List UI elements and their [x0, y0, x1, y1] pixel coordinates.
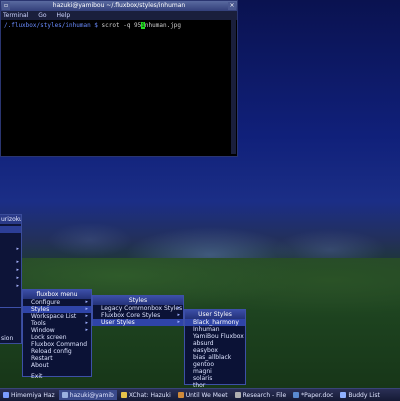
app-icon [3, 392, 9, 398]
menu-item-restart[interactable]: Restart [23, 355, 91, 362]
styles-menu[interactable]: Styles Legacy Commonbox Styles ▸ Fluxbox … [92, 295, 184, 326]
submenu-arrow-icon: ▸ [85, 320, 88, 326]
user-styles-menu-title: User Styles [185, 310, 245, 319]
styles-menu-title: Styles [93, 296, 183, 305]
browser-icon [177, 392, 184, 398]
submenu-arrow-icon: ▸ [16, 259, 19, 265]
menu-item-label: Legacy Commonbox Styles [101, 305, 183, 312]
menu-item-style-black-harmony[interactable]: Black_harmony [185, 319, 245, 326]
menu-item-style-bias-allblack[interactable]: bias_allblack [185, 354, 245, 361]
submenu-arrow-icon: ▸ [16, 246, 19, 252]
partial-menu-divider [0, 307, 21, 308]
menu-item-about[interactable]: About [23, 362, 91, 369]
submenu-arrow-icon: ▸ [85, 313, 88, 319]
window-menu-icon[interactable]: ▫ [2, 2, 10, 10]
menu-item-reload-config[interactable]: Reload config [23, 348, 91, 355]
submenu-arrow-icon: ▸ [177, 305, 180, 311]
document-icon [293, 392, 300, 398]
task-label: hazuki@yamib [69, 391, 114, 399]
submenu-arrow-icon: ▸ [16, 283, 19, 289]
menu-item-legacy-styles[interactable]: Legacy Commonbox Styles ▸ [93, 305, 183, 312]
terminal-output[interactable]: /.fluxbox/styles/inhuman $ scrot -q 95in… [1, 20, 237, 31]
taskbar-item-xchat[interactable]: XChat: Hazuki [118, 390, 174, 400]
menu-item-exit[interactable]: Exit [23, 373, 91, 380]
taskbar-item-himemiya[interactable]: Himemiya Haz [0, 390, 58, 400]
command-text: scrot -q 95 [97, 22, 142, 29]
taskbar-item-until-we-meet[interactable]: Until We Meet [175, 390, 231, 400]
submenu-arrow-icon: ▸ [85, 327, 88, 333]
menu-item-label: Workspace List [31, 313, 77, 320]
file-manager-icon [234, 392, 241, 398]
chat-icon [340, 392, 347, 398]
terminal-window[interactable]: ▫ hazuki@yamibou ~/.fluxbox/styles/inhum… [0, 0, 238, 157]
menu-item-style-absurd[interactable]: absurd [185, 340, 245, 347]
menu-item-style-solaris[interactable]: solaris [185, 375, 245, 382]
menu-item-user-styles[interactable]: User Styles ▸ [93, 319, 183, 326]
close-icon[interactable]: × [228, 2, 236, 10]
partial-menu-title: urizoku [0, 215, 21, 224]
menu-item-lock-screen[interactable]: Lock screen [23, 334, 91, 341]
terminal-title: hazuki@yamibou ~/.fluxbox/styles/inhuman [52, 2, 186, 9]
submenu-arrow-icon: ▸ [85, 306, 88, 312]
taskbar-item-research[interactable]: Research - File [232, 390, 290, 400]
menu-item-label: Configure [31, 299, 61, 306]
menu-item-style-gentoo[interactable]: gentoo [185, 361, 245, 368]
terminal-icon [61, 392, 68, 398]
task-label: Research - File [242, 391, 287, 399]
submenu-arrow-icon: ▸ [16, 267, 19, 273]
submenu-arrow-icon: ▸ [16, 275, 19, 281]
taskbar-item-paper[interactable]: *Paper.doc [290, 390, 336, 400]
task-label: XChat: Hazuki [128, 391, 171, 399]
menu-item-core-styles[interactable]: Fluxbox Core Styles ▸ [93, 312, 183, 319]
menu-item-label: Tools [31, 320, 46, 327]
taskbar-item-buddy-list[interactable]: Buddy List [337, 390, 382, 400]
menu-item-label: User Styles [101, 319, 135, 326]
task-label: Himemiya Haz [11, 391, 55, 399]
shell-prompt: /.fluxbox/styles/inhuman $ [4, 22, 98, 29]
menu-item-style-magni[interactable]: magni [185, 368, 245, 375]
menu-item-configure[interactable]: Configure ▸ [23, 299, 91, 306]
user-styles-menu[interactable]: User Styles Black_harmony Inhuman YamiBo… [184, 309, 246, 389]
submenu-arrow-icon: ▸ [177, 319, 180, 325]
menu-item-label: Window [31, 327, 55, 334]
menu-item-style-easybox[interactable]: easybox [185, 347, 245, 354]
menu-item-workspace-list[interactable]: Workspace List ▸ [23, 313, 91, 320]
taskbar-item-terminal[interactable]: hazuki@yamib [58, 390, 117, 400]
partial-menu-item[interactable]: sion [1, 335, 13, 342]
menu-terminal[interactable]: Terminal [3, 12, 28, 19]
menu-item-window[interactable]: Window ▸ [23, 327, 91, 334]
terminal-scrollbar[interactable] [231, 20, 236, 154]
task-label: *Paper.doc [301, 391, 334, 399]
command-text-rest: nhuman.jpg [144, 22, 182, 29]
menu-item-style-inhuman[interactable]: Inhuman [185, 326, 245, 333]
terminal-titlebar[interactable]: ▫ hazuki@yamibou ~/.fluxbox/styles/inhum… [1, 1, 237, 11]
menu-item-styles[interactable]: Styles ▸ [23, 306, 91, 313]
submenu-arrow-icon: ▸ [177, 312, 180, 318]
submenu-arrow-icon: ▸ [85, 299, 88, 305]
menu-go[interactable]: Go [38, 12, 46, 19]
fluxbox-menu[interactable]: fluxbox menu Configure ▸ Styles ▸ Workspac… [22, 289, 92, 380]
xchat-icon [120, 392, 127, 398]
partial-menu-highlight[interactable] [0, 226, 21, 233]
partial-menu[interactable]: urizoku ▸ ▸ ▸ ▸ ▸ sion [0, 214, 22, 344]
menu-item-tools[interactable]: Tools ▸ [23, 320, 91, 327]
task-label: Buddy List [348, 391, 380, 399]
fluxbox-menu-title: fluxbox menu [23, 290, 91, 299]
taskbar: Himemiya Haz hazuki@yamib XChat: Hazuki … [0, 388, 400, 401]
menu-item-label: Fluxbox Core Styles [101, 312, 161, 319]
menu-item-fluxbox-command[interactable]: Fluxbox Command [23, 341, 91, 348]
task-label: Until We Meet [185, 391, 228, 399]
menu-help[interactable]: Help [57, 12, 71, 19]
menu-item-label: Styles [31, 306, 50, 313]
menu-item-style-yamibou[interactable]: YamiBou Fluxbox [185, 333, 245, 340]
terminal-menubar: Terminal Go Help [1, 11, 237, 20]
